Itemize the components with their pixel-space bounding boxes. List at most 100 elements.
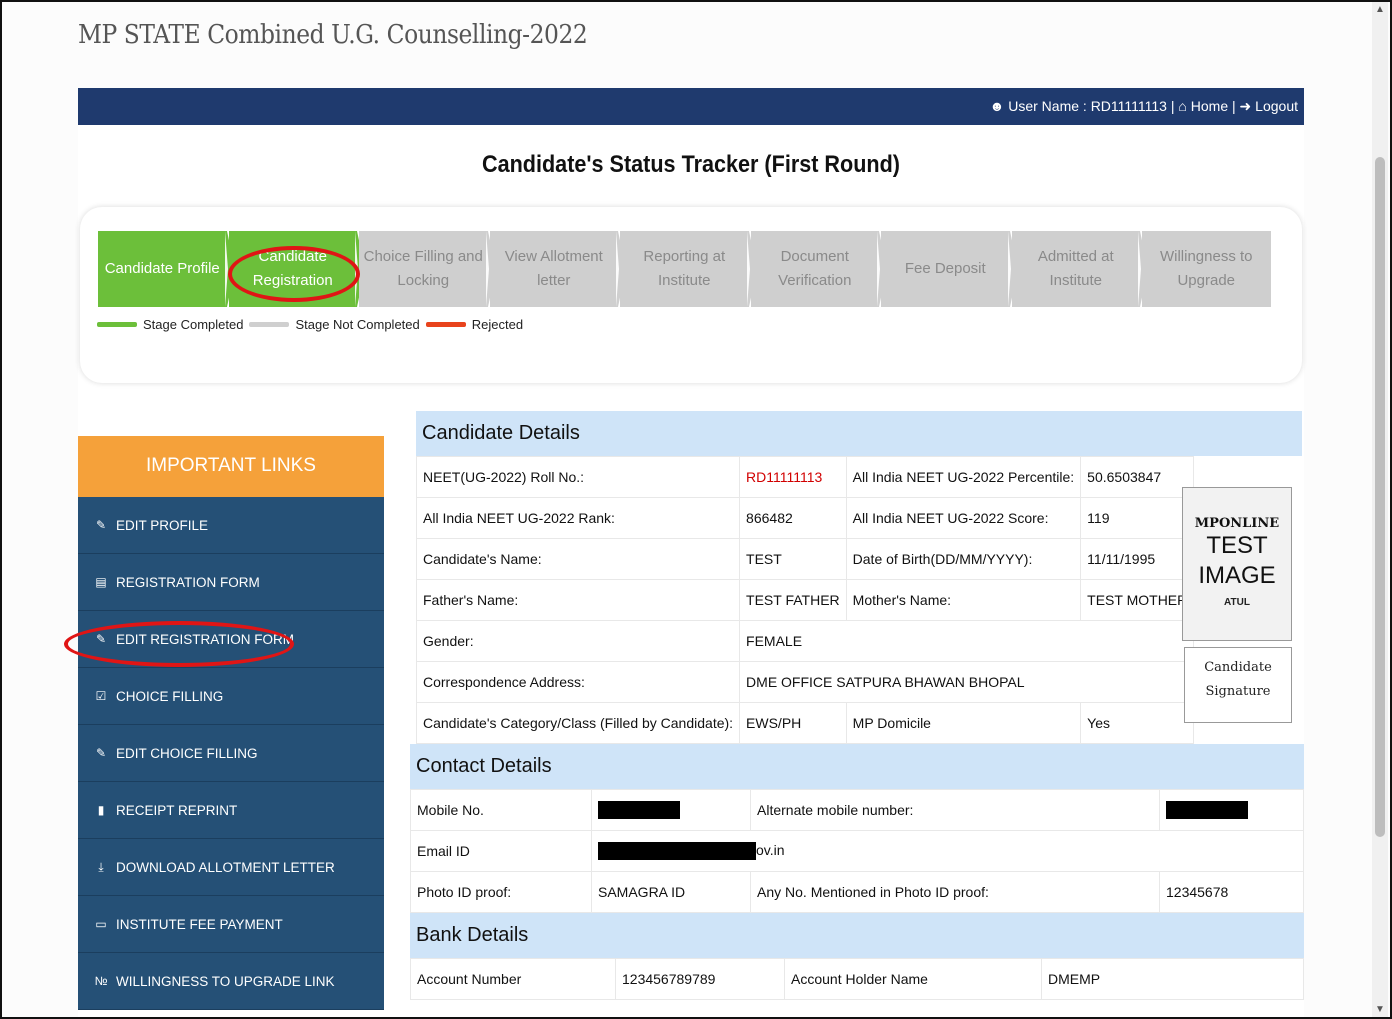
sidebar-item-institute-fee-payment[interactable]: ▭ INSTITUTE FEE PAYMENT [78,896,384,953]
candidate-photo: MPONLINE TEST IMAGE ATUL [1182,487,1292,641]
sidebar-item-receipt-reprint[interactable]: ▮ RECEIPT REPRINT [78,782,384,839]
home-link[interactable]: ⌂ Home [1178,98,1228,114]
sidebar-item-edit-choice-filling[interactable]: ✎ EDIT CHOICE FILLING [78,725,384,782]
redacted-email [598,842,756,861]
redacted-alt-mobile [1166,801,1248,820]
edit-icon: ✎ [95,518,107,532]
table-row: Candidate's Name: TEST Date of Birth(DD/… [415,538,1195,580]
site-title: MP STATE Combined U.G. Counselling-2022 [78,20,588,50]
contact-details-table: Mobile No. Alternate mobile number: Emai… [410,789,1304,913]
tracker-step-label: View Allotment letter [504,248,603,289]
table-row: Candidate's Category/Class (Filled by Ca… [415,702,1195,744]
id-card-icon: ▤ [95,575,107,589]
tracker-step: Admitted at Institute [1011,231,1140,307]
logout-link[interactable]: ➜ Logout [1240,98,1298,114]
sidebar-item-label: EDIT PROFILE [116,517,209,533]
sidebar-item-label: REGISTRATION FORM [116,574,260,590]
legend-not-completed-swatch [249,322,290,327]
browser-viewport: MP STATE Combined U.G. Counselling-2022 … [0,0,1392,1019]
sidebar-item-label: WILLINGNESS TO UPGRADE LINK [116,973,335,989]
sidebar-item-label: RECEIPT REPRINT [116,802,238,818]
scroll-up-arrow-icon[interactable]: ▲ [1375,4,1385,15]
table-row: Mobile No. Alternate mobile number: [410,789,1304,831]
tracker-step: Reporting at Institute [620,231,749,307]
link-icon: № [94,974,108,988]
tracker-step: Willingness to Upgrade [1142,231,1271,307]
table-row: All India NEET UG-2022 Rank: 866482 All … [415,497,1195,539]
table-row: Gender: FEMALE [415,620,1195,662]
sidebar-item-willingness-to-upgrade-link[interactable]: № WILLINGNESS TO UPGRADE LINK [78,953,384,1010]
vertical-scrollbar[interactable]: ▲ ▼ [1372,2,1388,1017]
bank-details-heading: Bank Details [410,913,1304,958]
tracker-step-label: Admitted at Institute [1037,248,1114,289]
tracker-legend: Stage Completed Stage Not Completed Reje… [97,317,523,332]
tracker-step: Choice Filling and Locking [359,231,488,307]
candidate-details-heading: Candidate Details [416,411,1302,456]
table-row: Email ID ov.in [410,830,1304,872]
tracker-step-label: Document Verification [778,248,852,289]
tracker-step-divider [616,231,619,307]
tracker-step-divider [746,231,750,307]
tracker-step-divider [1138,231,1141,307]
top-navbar: ☻ User Name : RD11111113 | ⌂ Home | ➜ Lo… [78,88,1304,125]
tracker-step-label: Choice Filling and Locking [363,248,483,289]
table-row: Father's Name: TEST FATHER Mother's Name… [415,579,1195,621]
tracker-title: Candidate's Status Tracker (First Round) [481,151,901,178]
tracker-step-divider [877,231,880,307]
contact-details-heading: Contact Details [410,744,1304,789]
tracker-step: Candidate Registration [228,231,357,307]
edit-icon: ✎ [95,746,107,760]
tracker-step-label: Candidate Registration [252,248,333,289]
tracker-step: Document Verification [750,231,879,307]
checkbox-icon: ☑ [95,689,107,703]
sidebar-item-edit-profile[interactable]: ✎ EDIT PROFILE [78,497,384,554]
table-row: NEET(UG-2022) Roll No.: RD11111113 All I… [415,456,1195,498]
scroll-down-arrow-icon[interactable]: ▼ [1375,1004,1385,1015]
edit-icon: ✎ [95,632,107,646]
candidate-details-panel: Candidate Details NEET(UG-2022) Roll No.… [410,411,1304,1000]
main-content: Candidate's Status Tracker (First Round)… [64,125,1304,1017]
tracker-step-divider [355,231,358,307]
tracker-step-label: Fee Deposit [904,260,986,277]
sidebar-item-edit-registration-form[interactable]: ✎ EDIT REGISTRATION FORM [78,611,384,668]
legend-rejected-swatch [425,322,466,327]
redacted-mobile [598,801,680,820]
tracker-step-label: Candidate Profile [104,260,220,277]
sidebar-item-download-allotment-letter[interactable]: ⤓ DOWNLOAD ALLOTMENT LETTER [78,839,384,896]
credit-card-icon: ▭ [95,917,107,931]
sidebar-heading: IMPORTANT LINKS [78,436,384,497]
tracker-step-label: Reporting at Institute [643,248,726,289]
logout-icon: ➜ [1239,98,1252,114]
legend-rejected-label: Rejected [471,317,524,332]
legend-not-completed-label: Stage Not Completed [295,317,420,332]
table-row: Account Number 123456789789 Account Hold… [410,958,1304,1000]
important-links-sidebar: IMPORTANT LINKS ✎ EDIT PROFILE ▤ REGISTRATI… [78,436,384,1010]
sidebar-item-registration-form[interactable]: ▤ REGISTRATION FORM [78,554,384,611]
candidate-signature: Candidate Signature [1184,647,1292,723]
sidebar-item-label: DOWNLOAD ALLOTMENT LETTER [116,859,335,875]
legend-completed-swatch [97,322,137,327]
legend-completed-label: Stage Completed [143,317,244,332]
home-icon: ⌂ [1178,98,1187,114]
candidate-details-table: NEET(UG-2022) Roll No.: RD11111113 All I… [415,456,1195,744]
scrollbar-thumb[interactable] [1375,157,1385,837]
tracker-step-divider [224,231,228,307]
tracker-step-label: Willingness to Upgrade [1159,248,1253,289]
tracker-step-divider [1007,231,1011,307]
sidebar-item-label: EDIT REGISTRATION FORM [116,631,295,647]
sidebar-item-label: EDIT CHOICE FILLING [116,745,258,761]
tracker-step-divider [485,231,489,307]
user-icon: ☻ [989,98,1005,114]
roll-number: RD11111113 [739,456,847,498]
sidebar-item-choice-filling[interactable]: ☑ CHOICE FILLING [78,668,384,725]
tracker-step: View Allotment letter [489,231,618,307]
tracker-step: Fee Deposit [881,231,1010,307]
download-icon: ⤓ [98,859,104,874]
sidebar-item-label: INSTITUTE FEE PAYMENT [116,916,283,932]
file-icon: ▮ [97,803,105,817]
tracker-step: Candidate Profile [98,231,227,307]
sidebar-item-label: CHOICE FILLING [116,688,224,704]
table-row: Photo ID proof: SAMAGRA ID Any No. Menti… [410,871,1304,913]
user-name-label: User Name : RD11111113 [1008,98,1167,114]
bank-details-table: Account Number 123456789789 Account Hold… [410,958,1304,1000]
